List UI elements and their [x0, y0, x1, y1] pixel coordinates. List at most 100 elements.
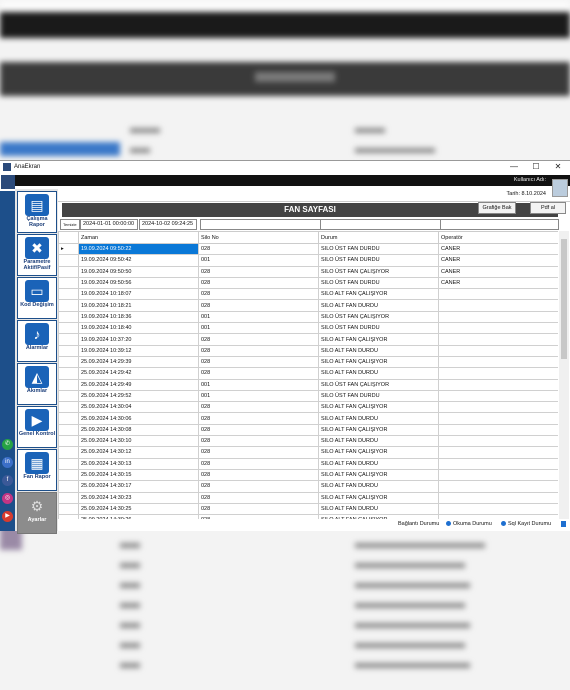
row-selector[interactable]	[58, 276, 79, 290]
table-cell[interactable]: 028	[198, 491, 319, 504]
table-cell[interactable]: SILO ÜST FAN DURDU	[318, 276, 439, 290]
row-selector[interactable]	[58, 412, 79, 425]
start-date-picker[interactable]: 2024-01-01 00:00:00	[80, 219, 138, 230]
row-selector[interactable]	[58, 344, 79, 357]
table-cell[interactable]: 028	[198, 468, 319, 482]
table-cell[interactable]: SILO ÜST FAN DURDU	[318, 322, 439, 335]
table-cell[interactable]	[438, 457, 558, 470]
table-cell[interactable]: 25.09.2024 14:30:23	[78, 491, 199, 504]
facebook-icon[interactable]: f	[2, 475, 13, 486]
col-operator[interactable]: Operatör	[438, 231, 558, 244]
table-cell[interactable]: 028	[198, 344, 319, 357]
table-cell[interactable]: SILO ÜST FAN DURDU	[318, 254, 439, 267]
scroll-thumb[interactable]	[561, 239, 567, 359]
row-selector[interactable]	[58, 310, 79, 324]
row-selector[interactable]	[58, 389, 79, 403]
table-cell[interactable]	[438, 389, 558, 403]
table-cell[interactable]: 001	[198, 389, 319, 403]
nav-fan-rapor[interactable]: ▦ Fan Rapor	[17, 449, 57, 491]
table-row[interactable]: 19.09.2024 09:50:50 028 SILO ÜST FAN ÇALIŞ…	[58, 265, 558, 278]
table-cell[interactable]: 028	[198, 333, 319, 346]
table-cell[interactable]	[438, 423, 558, 437]
table-cell[interactable]: 028	[198, 412, 319, 425]
row-selector[interactable]	[58, 355, 79, 369]
table-cell[interactable]: 19.09.2024 09:50:50	[78, 265, 199, 278]
row-selector[interactable]	[58, 468, 79, 482]
table-cell[interactable]: 25.09.2024 14:29:42	[78, 367, 199, 380]
table-row[interactable]: 25.09.2024 14:30:15 028 SILO ALT FAN ÇALIŞ…	[58, 468, 558, 482]
table-cell[interactable]	[438, 491, 558, 504]
row-selector[interactable]: ▸	[58, 242, 79, 256]
table-cell[interactable]	[438, 401, 558, 414]
table-cell[interactable]	[438, 480, 558, 493]
table-cell[interactable]: SILO ÜST FAN ÇALIŞIYOR	[318, 310, 439, 324]
end-date-picker[interactable]: 2024-10-02 09:24:25	[139, 219, 197, 230]
maximize-button[interactable]: ☐	[526, 161, 546, 173]
table-cell[interactable]: CANER	[438, 265, 558, 278]
table-cell[interactable]: CANER	[438, 242, 558, 256]
row-selector[interactable]	[58, 378, 79, 391]
table-cell[interactable]: SILO ALT FAN ÇALIŞIYOR	[318, 401, 439, 414]
table-cell[interactable]: 19.09.2024 09:50:42	[78, 254, 199, 267]
table-row[interactable]: 25.09.2024 14:30:25 028 SILO ALT FAN DURDU	[58, 502, 558, 516]
table-row[interactable]: 25.09.2024 14:30:04 028 SILO ALT FAN ÇALIŞ…	[58, 401, 558, 414]
table-cell[interactable]: 001	[198, 322, 319, 335]
row-selector[interactable]	[58, 322, 79, 335]
table-cell[interactable]: 19.09.2024 10:18:40	[78, 322, 199, 335]
table-cell[interactable]: 25.09.2024 14:30:12	[78, 446, 199, 459]
table-cell[interactable]: 25.09.2024 14:30:17	[78, 480, 199, 493]
row-selector[interactable]	[58, 457, 79, 470]
row-selector[interactable]	[58, 299, 79, 312]
table-cell[interactable]	[438, 502, 558, 516]
table-cell[interactable]: 028	[198, 355, 319, 369]
nav-calisma-rapor[interactable]: ▤ Çalışma Rapor	[17, 191, 57, 233]
table-row[interactable]: 19.09.2024 09:50:42 001 SILO ÜST FAN DURDU…	[58, 254, 558, 267]
nav-genel-kontrol[interactable]: ▶ Genel Kontrol	[17, 406, 57, 448]
table-cell[interactable]: SILO ALT FAN ÇALIŞIYOR	[318, 423, 439, 437]
instagram-icon[interactable]: ◎	[2, 493, 13, 504]
table-cell[interactable]: SILO ALT FAN ÇALIŞIYOR	[318, 468, 439, 482]
table-cell[interactable]	[438, 310, 558, 324]
row-selector[interactable]	[58, 480, 79, 493]
row-selector[interactable]	[58, 288, 79, 301]
table-row[interactable]: 25.09.2024 14:30:23 028 SILO ALT FAN ÇALIŞ…	[58, 491, 558, 504]
table-cell[interactable]: 25.09.2024 14:30:13	[78, 457, 199, 470]
table-cell[interactable]: 028	[198, 367, 319, 380]
row-selector[interactable]	[58, 423, 79, 437]
table-cell[interactable]	[438, 355, 558, 369]
table-cell[interactable]: 19.09.2024 10:18:36	[78, 310, 199, 324]
table-cell[interactable]: 25.09.2024 14:29:49	[78, 378, 199, 391]
table-row[interactable]: ▸ 19.09.2024 09:50:22 028 SILO ÜST FAN DURD…	[58, 242, 558, 256]
table-cell[interactable]: SILO ALT FAN DURDU	[318, 435, 439, 448]
table-row[interactable]: 25.09.2024 14:29:52 001 SILO ÜST FAN DURDU	[58, 389, 558, 403]
minimize-button[interactable]: —	[504, 161, 524, 173]
table-cell[interactable]: SILO ÜST FAN DURDU	[318, 242, 439, 256]
filter-silo[interactable]	[200, 219, 322, 230]
pdf-al-button[interactable]: Pdf al	[530, 202, 566, 214]
table-cell[interactable]	[438, 299, 558, 312]
nav-akimlar[interactable]: ◭ Akımlar	[17, 363, 57, 405]
table-cell[interactable]: 001	[198, 378, 319, 391]
table-cell[interactable]: 028	[198, 265, 319, 278]
table-row[interactable]: 19.09.2024 10:37:20 028 SILO ALT FAN ÇALIŞ…	[58, 333, 558, 346]
table-cell[interactable]: SILO ALT FAN ÇALIŞIYOR	[318, 446, 439, 459]
table-cell[interactable]: 19.09.2024 09:50:56	[78, 276, 199, 290]
table-cell[interactable]: 25.09.2024 14:30:15	[78, 468, 199, 482]
table-cell[interactable]	[438, 412, 558, 425]
table-cell[interactable]	[438, 333, 558, 346]
table-cell[interactable]: SILO ALT FAN ÇALIŞIYOR	[318, 355, 439, 369]
table-row[interactable]: 25.09.2024 14:29:39 028 SILO ALT FAN ÇALIŞ…	[58, 355, 558, 369]
col-silo-no[interactable]: Silo No	[198, 231, 319, 244]
table-row[interactable]: 19.09.2024 09:50:56 028 SILO ÜST FAN DURDU…	[58, 276, 558, 290]
table-cell[interactable]: 028	[198, 288, 319, 301]
table-cell[interactable]: SILO ALT FAN DURDU	[318, 502, 439, 516]
whatsapp-icon[interactable]: ✆	[2, 439, 13, 450]
table-row[interactable]: 19.09.2024 10:18:40 001 SILO ÜST FAN DURDU	[58, 322, 558, 335]
table-cell[interactable]: 001	[198, 310, 319, 324]
table-cell[interactable]: 25.09.2024 14:30:06	[78, 412, 199, 425]
table-cell[interactable]: SILO ALT FAN DURDU	[318, 367, 439, 380]
table-row[interactable]: 25.09.2024 14:30:08 028 SILO ALT FAN ÇALIŞ…	[58, 423, 558, 437]
table-cell[interactable]	[438, 322, 558, 335]
grafige-bak-button[interactable]: Grafiğe Bak	[478, 202, 516, 214]
table-cell[interactable]: 25.09.2024 14:29:52	[78, 389, 199, 403]
